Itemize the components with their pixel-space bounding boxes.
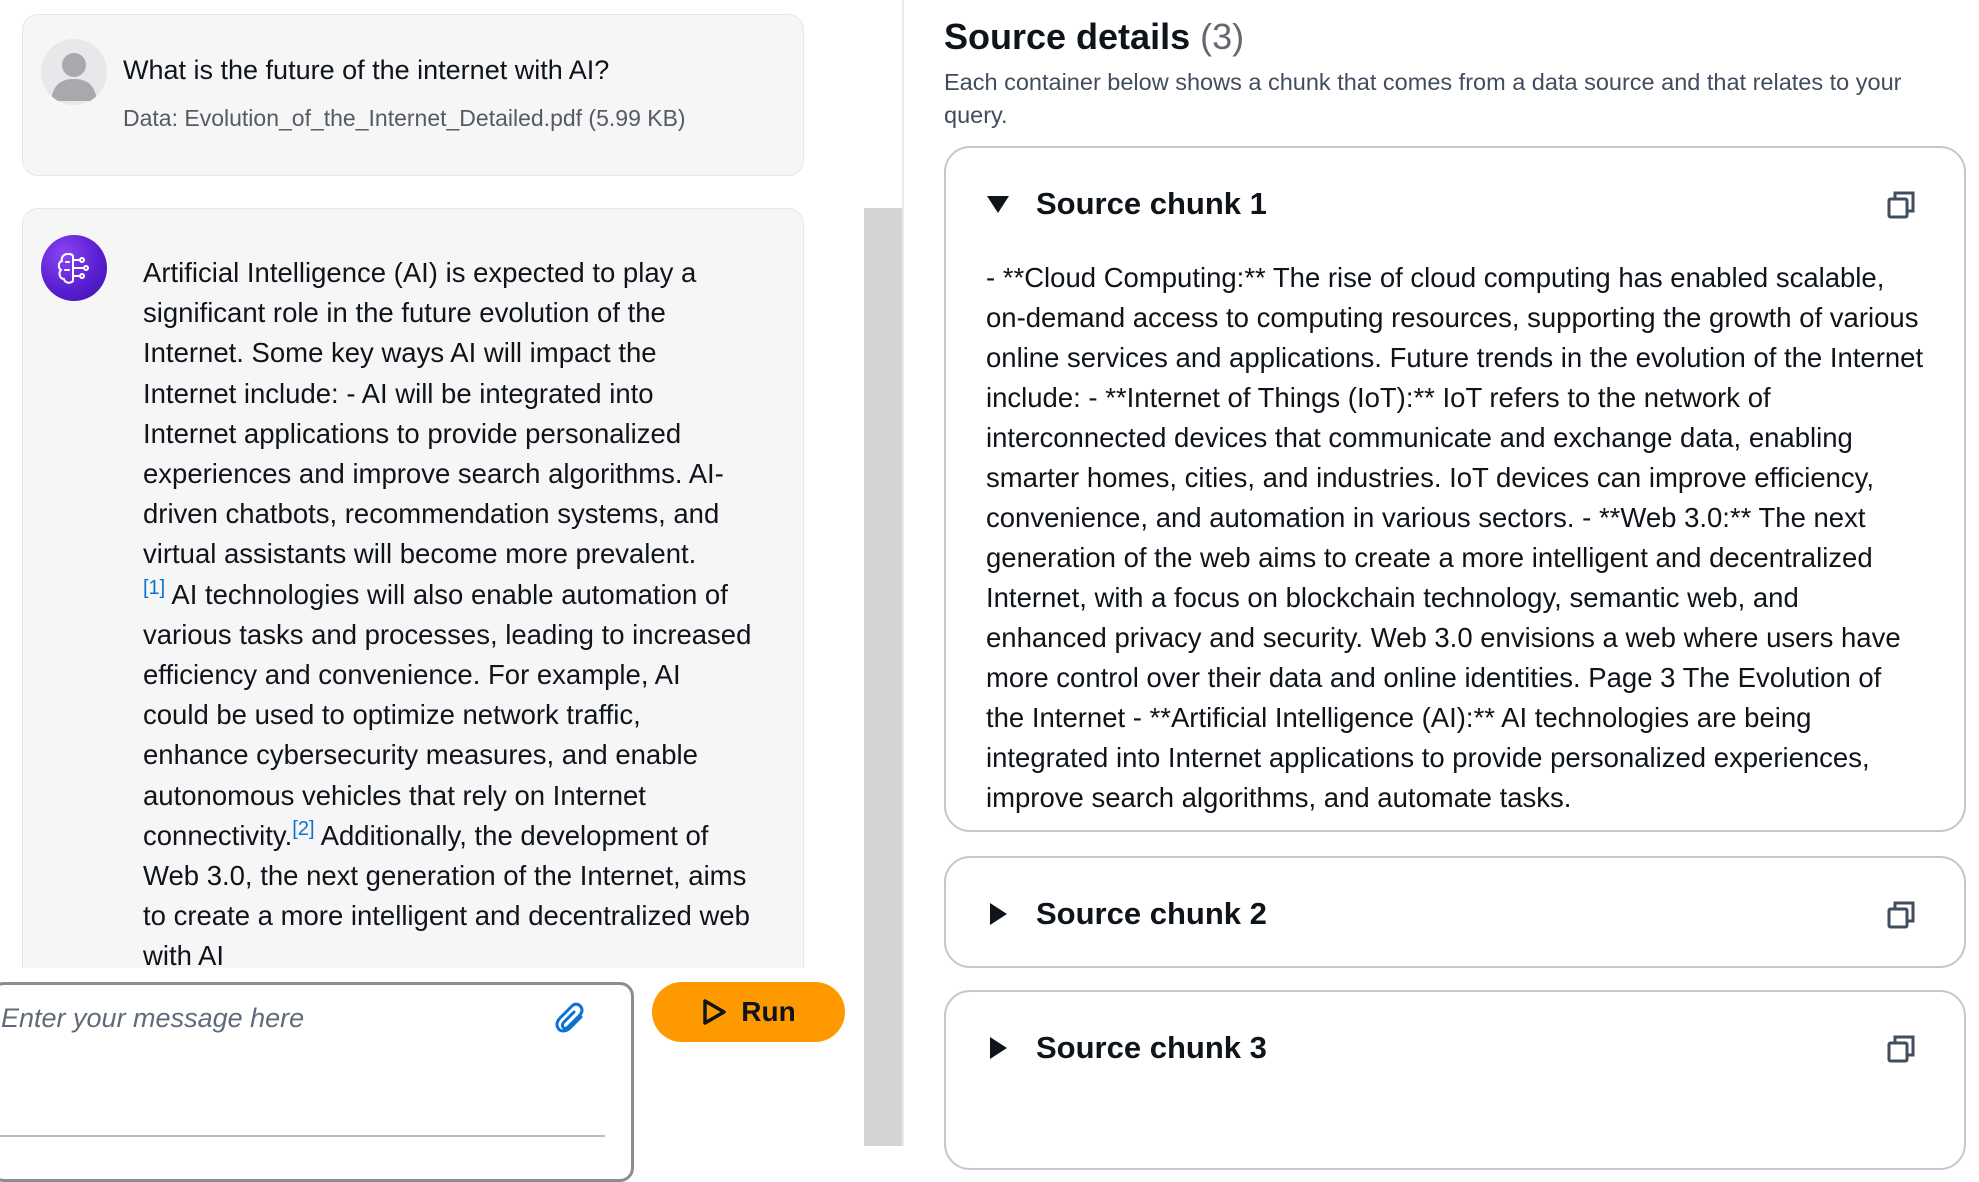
source-chunk-1: Source chunk 1 - **Cloud Computing:** Th… <box>944 146 1966 832</box>
answer-part-2: AI technologies will also enable automat… <box>143 578 752 851</box>
source-details-pane: Source details (3) Each container below … <box>904 0 1979 1170</box>
source-chunk-2-title: Source chunk 2 <box>1036 896 1267 931</box>
source-chunk-3: Source chunk 3 <box>944 990 1966 1170</box>
input-divider <box>0 1135 605 1137</box>
source-chunk-1-title: Source chunk 1 <box>1036 186 1267 221</box>
user-message-card: What is the future of the internet with … <box>22 14 804 176</box>
user-data-file: Data: Evolution_of_the_Internet_Detailed… <box>123 105 686 131</box>
caret-down-icon <box>987 196 1009 213</box>
message-input-box <box>0 982 634 1182</box>
source-chunk-2: Source chunk 2 <box>944 856 1966 968</box>
copy-icon[interactable] <box>1886 1034 1916 1064</box>
source-chunk-2-toggle[interactable]: Source chunk 2 <box>986 894 1267 934</box>
chat-pane: What is the future of the internet with … <box>0 0 864 1182</box>
source-count: (3) <box>1200 16 1245 57</box>
user-avatar-icon <box>41 39 107 105</box>
user-question: What is the future of the internet with … <box>123 55 610 85</box>
source-chunk-3-title: Source chunk 3 <box>1036 1030 1267 1065</box>
copy-icon[interactable] <box>1886 190 1916 220</box>
source-chunk-1-toggle[interactable]: Source chunk 1 <box>986 184 1267 224</box>
citation-link-2[interactable]: [2] <box>292 818 314 840</box>
source-details-heading: Source details <box>944 16 1191 57</box>
run-label: Run <box>741 996 796 1027</box>
citation-link-1[interactable]: [1] <box>143 576 165 598</box>
caret-right-icon <box>990 903 1007 925</box>
chat-scrollbar-thumb[interactable] <box>864 208 902 1146</box>
source-details-title: Source details (3) <box>944 16 1244 58</box>
ai-answer-card: Artificial Intelligence (AI) is expected… <box>22 208 804 968</box>
answer-part-1: Artificial Intelligence (AI) is expected… <box>143 257 724 570</box>
run-button[interactable]: Run <box>652 982 845 1042</box>
play-icon <box>703 999 727 1025</box>
caret-right-icon <box>990 1037 1007 1059</box>
message-input[interactable] <box>0 1001 543 1155</box>
source-details-description: Each container below shows a chunk that … <box>944 69 1902 128</box>
ai-brain-icon <box>41 235 107 301</box>
paperclip-icon[interactable] <box>553 1001 589 1037</box>
source-chunk-3-toggle[interactable]: Source chunk 3 <box>986 1028 1267 1068</box>
copy-icon[interactable] <box>1886 900 1916 930</box>
ai-answer-text: Artificial Intelligence (AI) is expected… <box>143 253 753 968</box>
source-chunk-1-text: - **Cloud Computing:** The rise of cloud… <box>986 262 1924 813</box>
